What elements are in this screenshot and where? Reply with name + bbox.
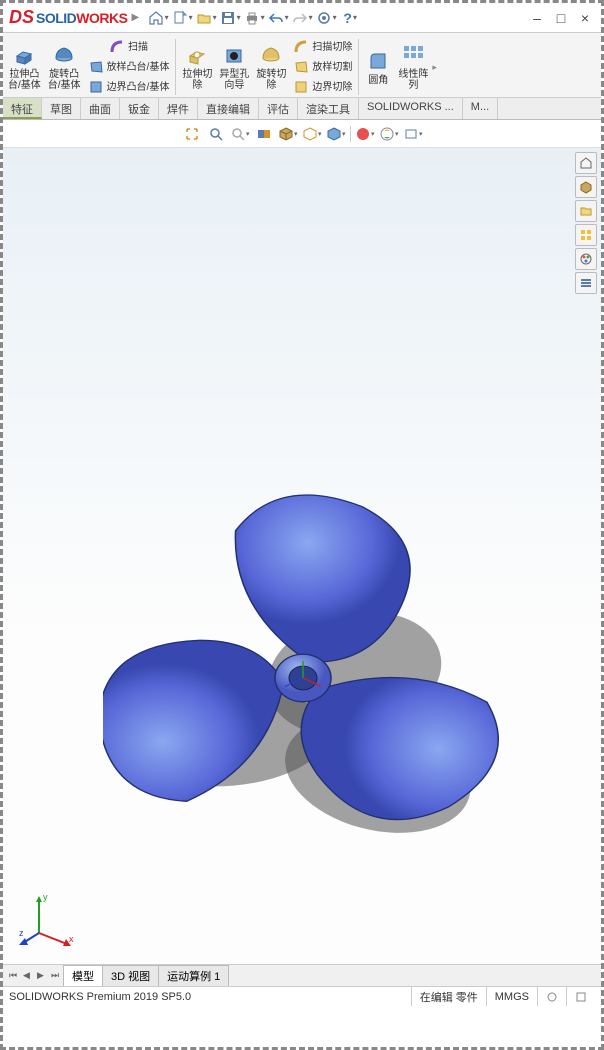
section-view-button[interactable] (254, 124, 274, 144)
hole-wizard-button[interactable]: 异型孔 向导 (216, 37, 252, 97)
apply-scene-button[interactable] (379, 124, 399, 144)
ribbon-expand-icon[interactable]: ▸ (432, 37, 442, 97)
extrude-boss-button[interactable]: 拉伸凸 台/基体 (5, 37, 44, 97)
minimize-button[interactable]: – (527, 8, 547, 28)
linear-pattern-button[interactable]: 线性阵 列 (395, 37, 431, 97)
command-tab-bar: 特征 草图 曲面 钣金 焊件 直接编辑 评估 渲染工具 SOLIDWORKS .… (3, 98, 601, 120)
view-settings-button[interactable] (403, 124, 423, 144)
tab-evaluate[interactable]: 评估 (259, 98, 298, 119)
quick-access-toolbar: ? (147, 7, 361, 29)
save-button[interactable] (219, 7, 241, 29)
help-button[interactable]: ? (339, 7, 361, 29)
open-button[interactable] (195, 7, 217, 29)
tab-first-icon[interactable]: ⏮ (9, 970, 21, 981)
sweep-cut-icon (293, 39, 309, 55)
sweep-cut-button[interactable]: 扫描切除 (290, 37, 355, 57)
tab-nav-arrows: ⏮ ◀ ▶ ⏭ (9, 970, 63, 981)
status-edit-mode: 在编辑 零件 (411, 987, 486, 1006)
sweep-button[interactable]: 扫描 (85, 37, 173, 57)
tab-sketch[interactable]: 草图 (42, 98, 81, 119)
redo-button[interactable] (291, 7, 313, 29)
tab-features[interactable]: 特征 (3, 98, 42, 119)
revolve-boss-button[interactable]: 旋转凸 台/基体 (45, 37, 84, 97)
tab-more[interactable]: M... (463, 98, 498, 119)
zoom-fit-button[interactable] (182, 124, 202, 144)
maximize-button[interactable]: □ (551, 8, 571, 28)
bottom-tab-motion[interactable]: 运动算例 1 (158, 965, 229, 986)
loft-button[interactable]: 放样凸台/基体 (85, 57, 173, 77)
fillet-icon (366, 49, 390, 73)
window-controls: – □ × (527, 8, 595, 28)
title-separator: ▶ (131, 12, 139, 23)
tab-next-icon[interactable]: ▶ (37, 970, 49, 981)
boundary-icon (88, 79, 104, 95)
view-orientation-button[interactable] (278, 124, 298, 144)
graphics-viewport[interactable]: y x z (3, 148, 601, 964)
boundary-cut-icon (293, 79, 309, 95)
home-button[interactable] (147, 7, 169, 29)
model-propeller (103, 478, 503, 878)
extrude-icon (12, 43, 36, 67)
logo-text: SOLIDWORKS (36, 10, 127, 26)
tab-surface[interactable]: 曲面 (81, 98, 120, 119)
tab-prev-icon[interactable]: ◀ (23, 970, 35, 981)
undo-button[interactable] (267, 7, 289, 29)
hole-icon (222, 43, 246, 67)
revolve-icon (52, 43, 76, 67)
appearances-button[interactable] (575, 248, 597, 270)
motion-tab-bar: ⏮ ◀ ▶ ⏭ 模型 3D 视图 运动算例 1 (3, 964, 601, 986)
revolve-cut-button[interactable]: 旋转切 除 (253, 37, 289, 97)
status-version: SOLIDWORKS Premium 2019 SP5.0 (9, 987, 411, 1006)
reference-triad: y x z (19, 888, 79, 948)
svg-text:x: x (69, 934, 74, 944)
bottom-tab-3dview[interactable]: 3D 视图 (102, 965, 159, 986)
svg-text:y: y (43, 892, 48, 902)
sweep-icon (109, 39, 125, 55)
boundary-cut-button[interactable]: 边界切除 (290, 77, 355, 97)
fillet-button[interactable]: 圆角 (362, 37, 394, 97)
heads-up-view-toolbar (3, 120, 601, 148)
design-library-button[interactable] (575, 176, 597, 198)
svg-text:z: z (19, 928, 24, 938)
loft-cut-button[interactable]: 放样切割 (290, 57, 355, 77)
resources-button[interactable] (575, 152, 597, 174)
toolbar-separator (350, 126, 351, 142)
pattern-icon (401, 43, 425, 67)
zoom-area-button[interactable] (206, 124, 226, 144)
extrude-cut-icon (185, 43, 209, 67)
tab-weldments[interactable]: 焊件 (159, 98, 198, 119)
title-bar: DS SOLIDWORKS ▶ ? – □ × (3, 3, 601, 33)
extrude-cut-button[interactable]: 拉伸切 除 (179, 37, 215, 97)
custom-properties-button[interactable] (575, 272, 597, 294)
new-button[interactable] (171, 7, 193, 29)
revolve-cut-icon (259, 43, 283, 67)
boundary-button[interactable]: 边界凸台/基体 (85, 77, 173, 97)
status-custom-icon[interactable] (537, 987, 566, 1006)
status-units[interactable]: MMGS (486, 987, 537, 1006)
ribbon-toolbar: 拉伸凸 台/基体 旋转凸 台/基体 扫描 放样凸台/基体 边界凸台/基体 拉伸切… (3, 33, 601, 98)
bottom-tab-model[interactable]: 模型 (63, 965, 103, 986)
task-pane (575, 152, 599, 294)
status-bar: SOLIDWORKS Premium 2019 SP5.0 在编辑 零件 MMG… (3, 986, 601, 1006)
tab-render[interactable]: 渲染工具 (298, 98, 359, 119)
loft-icon (88, 59, 104, 75)
logo-ds-icon: DS (9, 7, 34, 28)
previous-view-button[interactable] (230, 124, 250, 144)
file-explorer-button[interactable] (575, 200, 597, 222)
display-style-button[interactable] (302, 124, 322, 144)
print-button[interactable] (243, 7, 265, 29)
tab-addins[interactable]: SOLIDWORKS ... (359, 98, 463, 119)
tab-directedit[interactable]: 直接编辑 (198, 98, 259, 119)
view-palette-button[interactable] (575, 224, 597, 246)
status-max-icon[interactable] (566, 987, 595, 1006)
tab-last-icon[interactable]: ⏭ (51, 970, 63, 981)
close-button[interactable]: × (575, 8, 595, 28)
options-button[interactable] (315, 7, 337, 29)
edit-appearance-button[interactable] (355, 124, 375, 144)
tab-sheetmetal[interactable]: 钣金 (120, 98, 159, 119)
loft-cut-icon (293, 59, 309, 75)
hide-show-button[interactable] (326, 124, 346, 144)
